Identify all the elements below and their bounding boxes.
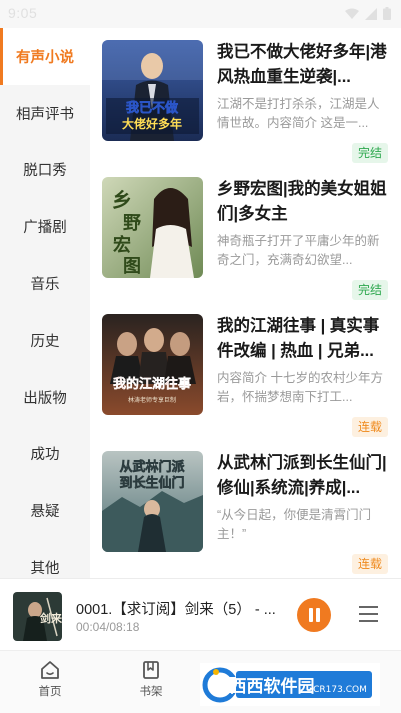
- svg-text:CR173.COM: CR173.COM: [313, 685, 367, 695]
- book-item[interactable]: 我已不做 大佬好多年 我已不做大佬好多年|港风热血重生逆袭|... 江湖不是打打…: [90, 28, 401, 163]
- book-cover: 我已不做 大佬好多年: [102, 40, 203, 141]
- pause-icon-bar-left: [309, 608, 313, 622]
- sidebar-item-success[interactable]: 成功: [0, 426, 90, 483]
- pause-button[interactable]: [297, 598, 331, 632]
- sidebar-item-crosstalk[interactable]: 相声评书: [0, 85, 90, 142]
- svg-text:乡: 乡: [112, 188, 132, 212]
- svg-text:到长生仙门: 到长生仙门: [119, 475, 184, 491]
- svg-text:我已不做: 我已不做: [126, 100, 178, 116]
- svg-text:从武林门派: 从武林门派: [119, 459, 185, 475]
- sidebar-item-label: 音乐: [30, 277, 60, 294]
- sidebar-item-history[interactable]: 历史: [0, 312, 90, 369]
- svg-text:宏: 宏: [113, 234, 131, 256]
- svg-text:野: 野: [123, 213, 141, 234]
- status-bar: 9:05: [0, 0, 401, 28]
- sidebar-item-radio-drama[interactable]: 广播剧: [0, 198, 90, 255]
- status-badge: 连载: [351, 554, 388, 574]
- svg-text:西西软件园: 西西软件园: [230, 676, 315, 697]
- book-title: 我已不做大佬好多年|港风热血重生逆袭|...: [217, 43, 387, 86]
- sidebar-item-label: 广播剧: [23, 220, 67, 237]
- book-description: 神奇瓶子打开了平庸少年的新奇之门，充满奇幻欲望...: [217, 234, 380, 267]
- sidebar-item-label: 有声小说: [16, 49, 74, 66]
- menu-icon-line: [359, 613, 378, 615]
- book-title: 从武林门派到长生仙门|修仙|系统流|养成|...: [217, 454, 387, 497]
- status-time: 9:05: [8, 5, 38, 21]
- book-description: 内容简介 十七岁的农村少年方岩，怀揣梦想南下打工...: [217, 371, 383, 404]
- pause-icon-bar-right: [316, 608, 320, 622]
- mini-player[interactable]: 剑来 0001.【求订阅】剑来（5） - ... 00:04/08:18: [0, 578, 401, 650]
- book-cover: 从武林门派 到长生仙门: [102, 451, 203, 552]
- sidebar-item-label: 相声评书: [16, 106, 74, 123]
- book-description: 江湖不是打打杀杀，江湖是人情世故。内容简介 这是一...: [217, 97, 380, 130]
- nav-bookshelf[interactable]: 书架: [121, 659, 181, 699]
- menu-icon-line: [359, 606, 378, 608]
- book-description: “从今日起，你便是清霄门门主！”: [217, 508, 372, 541]
- book-item[interactable]: 从武林门派 到长生仙门 从武林门派到长生仙门|修仙|系统流|养成|... “从今…: [90, 439, 401, 574]
- status-badge: 完结: [351, 143, 388, 163]
- player-progress-time: 00:04/08:18: [76, 620, 140, 634]
- menu-icon-line: [359, 620, 378, 622]
- signal-icon: [365, 7, 377, 20]
- sidebar-item-audio-novel[interactable]: 有声小说: [0, 28, 90, 85]
- sidebar-item-music[interactable]: 音乐: [0, 255, 90, 312]
- nav-home-label: 首页: [38, 686, 62, 698]
- status-badge: 完结: [351, 280, 388, 300]
- player-track-title: 0001.【求订阅】剑来（5） - ...: [76, 602, 276, 618]
- watermark-logo: 西西软件园 CR173.COM: [200, 663, 380, 706]
- bookshelf-icon: [143, 661, 159, 679]
- book-cover-image: 我的江湖往事 林涛老师专享巨制: [102, 314, 203, 415]
- book-item[interactable]: 我的江湖往事 林涛老师专享巨制 我的江湖往事 | 真实事件改编 | 热血 | 兄…: [90, 302, 401, 437]
- sidebar-item-label: 悬疑: [30, 504, 60, 521]
- sidebar-item-label: 脱口秀: [23, 163, 67, 180]
- book-title: 我的江湖往事 | 真实事件改编 | 热血 | 兄弟...: [217, 317, 380, 360]
- svg-text:林涛老师专享巨制: 林涛老师专享巨制: [128, 396, 176, 404]
- sidebar-item-label: 成功: [30, 447, 60, 464]
- sidebar-item-publications[interactable]: 出版物: [0, 369, 90, 426]
- svg-text:图: 图: [123, 256, 141, 277]
- book-title: 乡野宏图|我的美女姐姐们|多女主: [217, 180, 387, 223]
- book-cover-image: 我已不做 大佬好多年: [102, 40, 203, 141]
- wifi-icon: [345, 8, 359, 19]
- playlist-menu-button[interactable]: [359, 606, 381, 624]
- book-item[interactable]: 乡 野 宏 图 乡野宏图|我的美女姐姐们|多女主 神奇瓶子打开了平庸少年的新奇之…: [90, 165, 401, 300]
- book-list: 我已不做 大佬好多年 我已不做大佬好多年|港风热血重生逆袭|... 江湖不是打打…: [90, 28, 401, 578]
- sidebar-item-other[interactable]: 其他: [0, 539, 90, 578]
- book-cover-image: 从武林门派 到长生仙门: [102, 451, 203, 552]
- home-icon: [41, 661, 59, 679]
- status-badge: 连载: [351, 417, 388, 437]
- book-cover: 我的江湖往事 林涛老师专享巨制: [102, 314, 203, 415]
- nav-home[interactable]: 首页: [20, 659, 80, 699]
- svg-text:剑来: 剑来: [39, 611, 62, 625]
- book-cover-image: 乡 野 宏 图: [102, 177, 203, 278]
- sidebar-item-suspense[interactable]: 悬疑: [0, 482, 90, 539]
- category-sidebar: 有声小说 相声评书 脱口秀 广播剧 音乐 历史 出版物 成功 悬疑 其他: [0, 28, 90, 578]
- svg-text:我的江湖往事: 我的江湖往事: [113, 376, 191, 392]
- player-cover[interactable]: 剑来: [13, 592, 62, 641]
- battery-icon: [383, 7, 391, 20]
- svg-text:大佬好多年: 大佬好多年: [122, 116, 182, 131]
- status-icons: [345, 7, 391, 20]
- sidebar-item-label: 其他: [30, 561, 60, 578]
- sidebar-item-label: 历史: [30, 333, 60, 350]
- player-cover-image: 剑来: [13, 592, 62, 641]
- sidebar-item-talk-show[interactable]: 脱口秀: [0, 142, 90, 199]
- sidebar-item-label: 出版物: [23, 390, 67, 407]
- nav-bookshelf-label: 书架: [139, 686, 163, 698]
- book-cover: 乡 野 宏 图: [102, 177, 203, 278]
